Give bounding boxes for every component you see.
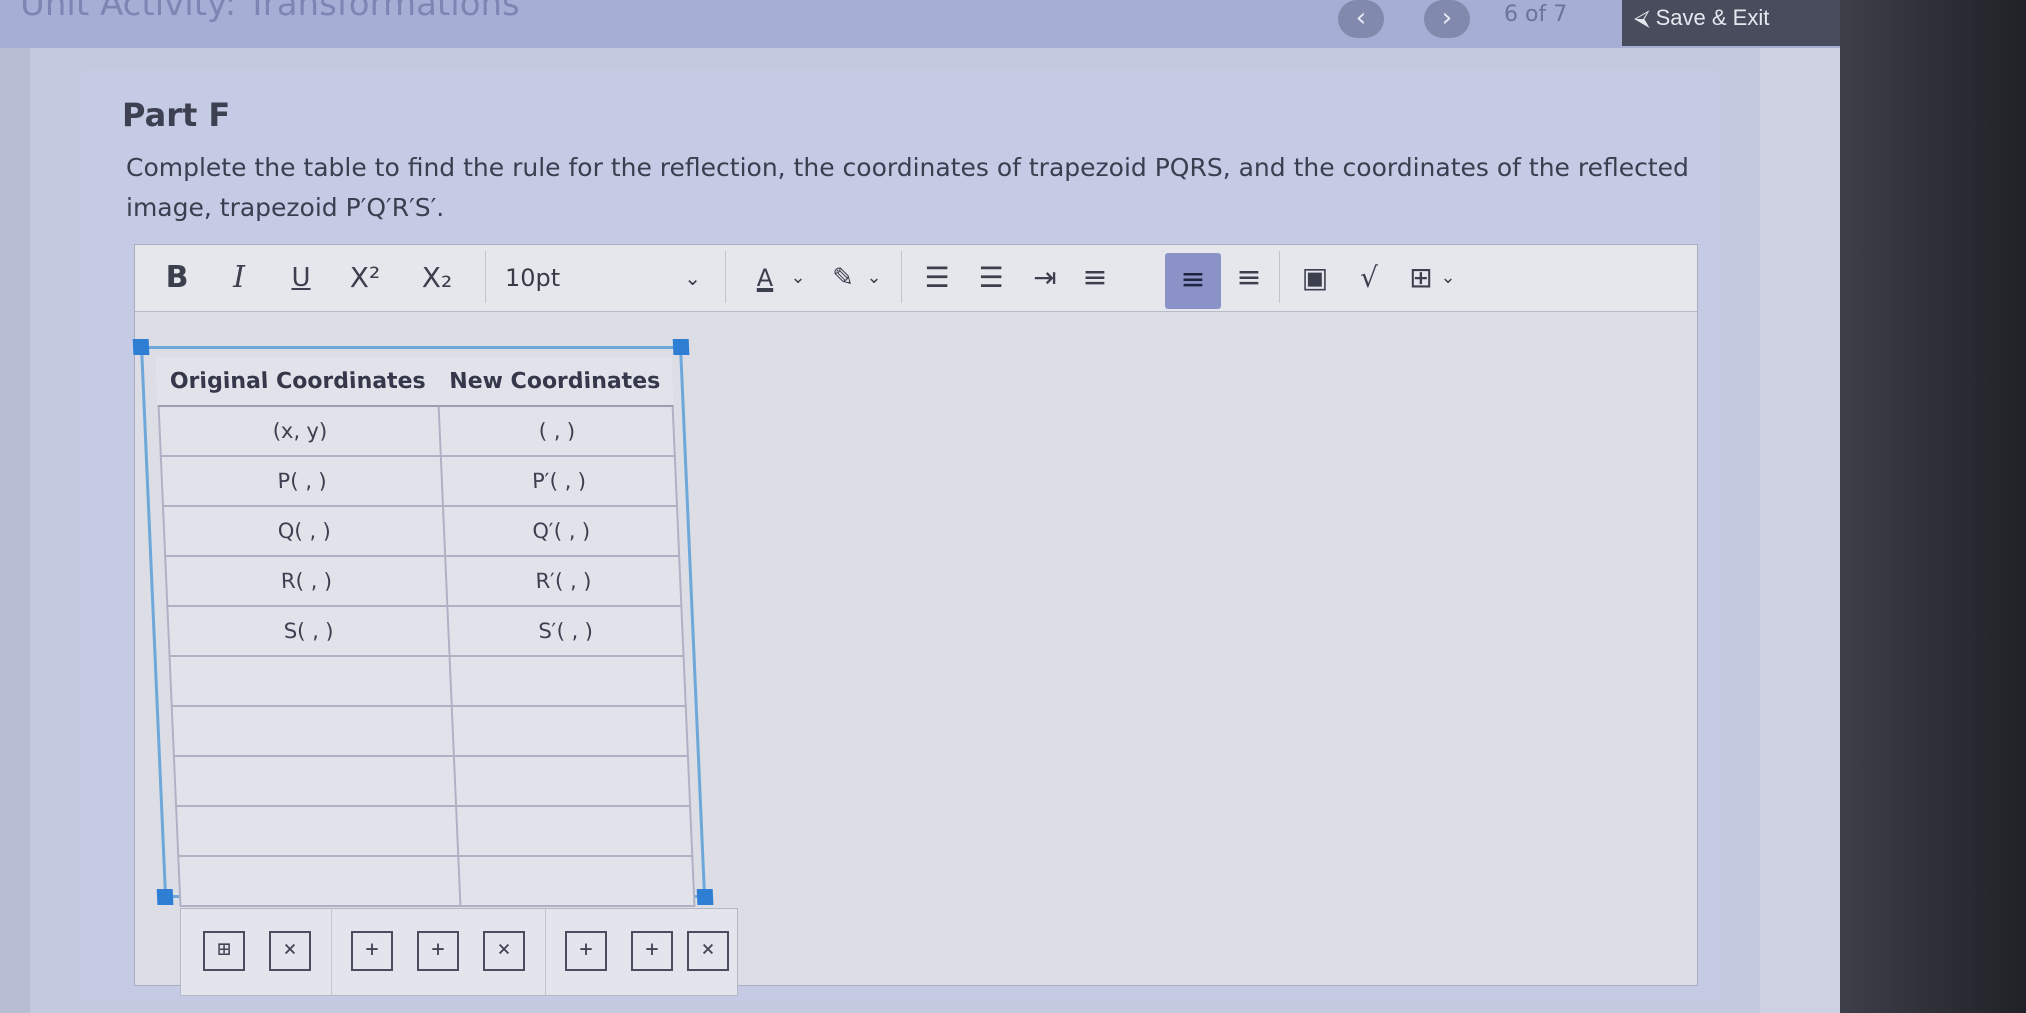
table-cell[interactable] xyxy=(178,856,461,906)
editor-toolbar: B I U X² X₂ 10pt ⌄ A ⌄ ✎ ⌄ ☰ ☰ ⇥ ≡ ≡ ≡ ▣… xyxy=(135,245,1697,312)
insert-row-below-button[interactable]: + xyxy=(417,931,459,971)
exit-icon: ⮘ xyxy=(1634,5,1650,30)
bullet-list-button[interactable]: ☰ xyxy=(917,257,957,299)
table-row xyxy=(173,756,691,806)
screen-bezel xyxy=(1840,0,2026,1013)
table-cell[interactable]: R′( , ) xyxy=(445,556,682,606)
italic-button[interactable]: I xyxy=(219,257,259,299)
toolbar-separator xyxy=(485,251,486,303)
table-header-new: New Coordinates xyxy=(436,357,673,406)
previous-button[interactable]: ‹ xyxy=(1338,0,1384,38)
chevron-right-icon: › xyxy=(1441,3,1453,33)
table-cell[interactable]: ( , ) xyxy=(439,406,675,456)
table-cell[interactable]: (x, y) xyxy=(158,406,442,456)
highlight-color-button[interactable]: ✎ xyxy=(825,257,861,299)
toolbar-separator xyxy=(331,909,332,995)
chevron-down-icon[interactable]: ⌄ xyxy=(1435,257,1461,299)
page-counter: 6 of 7 xyxy=(1504,2,1568,27)
toolbar-separator xyxy=(901,251,902,303)
table-cell[interactable]: P( , ) xyxy=(160,456,444,506)
resize-handle-top-left[interactable] xyxy=(132,339,150,355)
part-title: Part F xyxy=(122,96,231,134)
toolbar-separator xyxy=(545,909,546,995)
insert-math-button[interactable]: √ xyxy=(1349,257,1389,299)
insert-row-above-button[interactable]: + xyxy=(351,931,393,971)
table-row xyxy=(171,706,688,756)
selected-table-frame[interactable]: Original Coordinates New Coordinates (x,… xyxy=(132,339,714,907)
right-frame xyxy=(1760,48,1840,1013)
table-row: Q( , ) Q′( , ) xyxy=(162,506,680,556)
chevron-down-icon: ⌄ xyxy=(684,266,701,290)
insert-image-button[interactable]: ▣ xyxy=(1295,257,1335,299)
table-cell[interactable] xyxy=(456,806,693,856)
table-row xyxy=(176,806,693,856)
table-cell[interactable] xyxy=(176,806,459,856)
insert-column-left-button[interactable]: + xyxy=(565,931,607,971)
app-title: Unit Activity: Transformations xyxy=(20,0,520,24)
table-cell[interactable]: S( , ) xyxy=(167,606,450,656)
indent-button[interactable]: ⇥ xyxy=(1025,257,1065,299)
table-cell[interactable]: Q( , ) xyxy=(162,506,446,556)
delete-table-button[interactable]: × xyxy=(269,931,311,971)
align-right-button[interactable]: ≡ xyxy=(1229,257,1269,299)
chevron-down-icon[interactable]: ⌄ xyxy=(861,257,887,299)
table-cell[interactable] xyxy=(454,756,691,806)
delete-row-button[interactable]: × xyxy=(483,931,525,971)
table-cell[interactable] xyxy=(452,706,688,756)
resize-handle-bottom-right[interactable] xyxy=(696,889,714,905)
table-header-original: Original Coordinates xyxy=(156,357,440,406)
font-color-button[interactable]: A xyxy=(747,257,783,299)
table-cell[interactable] xyxy=(449,656,686,706)
table-row xyxy=(178,856,695,906)
top-header: Unit Activity: Transformations ‹ › 6 of … xyxy=(0,0,1840,48)
table-tools-popup: ⊞ × + + × + + × xyxy=(180,908,738,996)
table-row: (x, y) ( , ) xyxy=(158,406,675,456)
chevron-down-icon[interactable]: ⌄ xyxy=(785,257,811,299)
save-exit-button[interactable]: ⮘ Save & Exit xyxy=(1622,0,1840,46)
resize-handle-top-right[interactable] xyxy=(672,339,690,355)
bold-button[interactable]: B xyxy=(157,257,197,299)
table-cell[interactable] xyxy=(171,706,455,756)
font-size-select[interactable]: 10pt ⌄ xyxy=(505,257,715,299)
toolbar-separator xyxy=(725,251,726,303)
resize-handle-bottom-left[interactable] xyxy=(156,889,174,905)
toolbar-separator xyxy=(1279,251,1280,303)
subscript-button[interactable]: X₂ xyxy=(407,257,467,299)
align-left-button[interactable]: ≡ xyxy=(1075,257,1115,299)
table-row xyxy=(169,656,686,706)
table-cell[interactable]: P′( , ) xyxy=(441,456,677,506)
numbered-list-button[interactable]: ☰ xyxy=(971,257,1011,299)
font-size-value: 10pt xyxy=(505,264,561,292)
align-center-button[interactable]: ≡ xyxy=(1165,253,1221,309)
table-properties-button[interactable]: ⊞ xyxy=(203,931,245,971)
superscript-button[interactable]: X² xyxy=(335,257,395,299)
table-cell[interactable]: Q′( , ) xyxy=(443,506,680,556)
underline-button[interactable]: U xyxy=(281,257,321,299)
chevron-left-icon: ‹ xyxy=(1355,3,1367,33)
table-cell[interactable] xyxy=(169,656,453,706)
table-row: R( , ) R′( , ) xyxy=(165,556,682,606)
table-cell[interactable] xyxy=(173,756,457,806)
table-cell[interactable] xyxy=(458,856,695,906)
table-row: S( , ) S′( , ) xyxy=(167,606,684,656)
next-button[interactable]: › xyxy=(1424,0,1470,38)
table-row: P( , ) P′( , ) xyxy=(160,456,677,506)
table-cell[interactable]: R( , ) xyxy=(165,556,448,606)
table-cell[interactable]: S′( , ) xyxy=(447,606,684,656)
save-exit-label: Save & Exit xyxy=(1655,5,1770,30)
coordinates-table[interactable]: Original Coordinates New Coordinates (x,… xyxy=(155,357,696,907)
delete-column-button[interactable]: × xyxy=(687,931,729,971)
question-instructions: Complete the table to find the rule for … xyxy=(126,153,1689,222)
insert-column-right-button[interactable]: + xyxy=(631,931,673,971)
align-center-icon: ≡ xyxy=(1180,262,1206,297)
